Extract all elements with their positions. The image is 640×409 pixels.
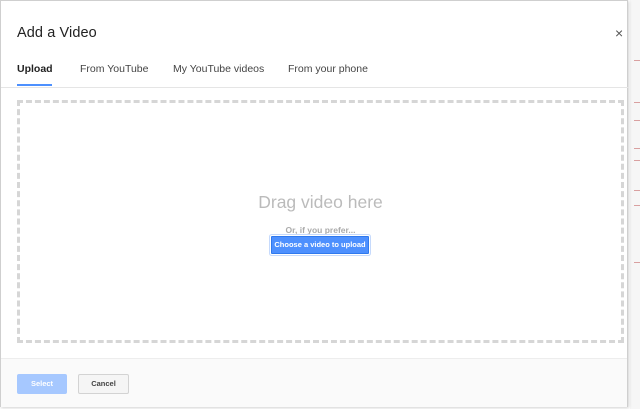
choose-video-button[interactable]: Choose a video to upload [271, 236, 369, 254]
cancel-button[interactable]: Cancel [78, 374, 129, 394]
active-tab-indicator [17, 84, 52, 86]
tab-upload[interactable]: Upload [17, 63, 53, 75]
drag-video-text: Drag video here [258, 192, 383, 212]
tab-bar: Upload From YouTube My YouTube videos Fr… [1, 59, 629, 88]
close-icon[interactable]: × [615, 25, 623, 41]
tab-from-your-phone[interactable]: From your phone [288, 63, 368, 75]
tab-from-youtube[interactable]: From YouTube [80, 63, 149, 75]
background-page-edge [630, 0, 640, 409]
prefer-text: Or, if you prefer... [285, 225, 356, 235]
select-button[interactable]: Select [17, 374, 67, 394]
tab-my-youtube-videos[interactable]: My YouTube videos [173, 63, 264, 75]
dialog-title: Add a Video [17, 25, 97, 41]
video-drop-zone[interactable]: Drag video here Or, if you prefer... Cho… [17, 100, 624, 343]
add-video-dialog: Add a Video × Upload From YouTube My You… [0, 0, 629, 407]
dialog-footer: Select Cancel [1, 358, 627, 407]
